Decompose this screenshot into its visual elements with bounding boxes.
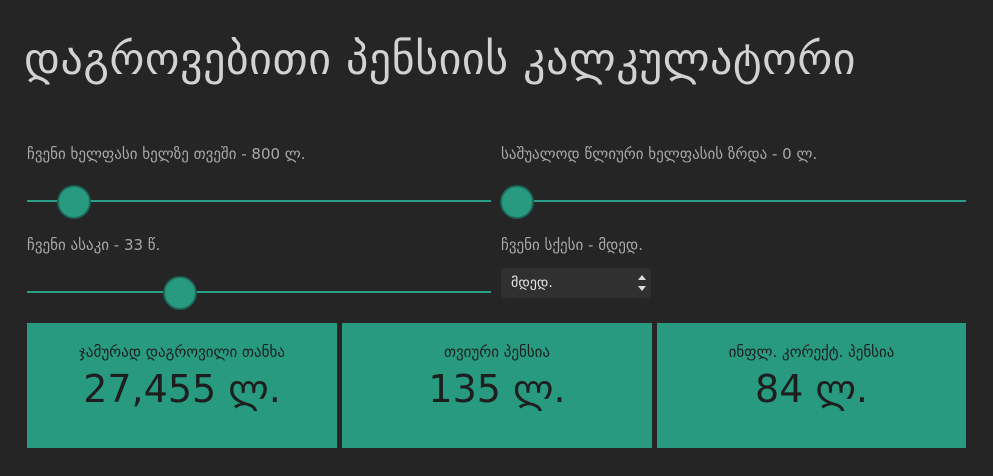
salary-slider[interactable] — [27, 184, 491, 218]
inflation-adjusted-pension-value: 84 ლ. — [755, 367, 868, 411]
monthly-pension-label: თვიური პენსია — [443, 343, 551, 361]
age-slider[interactable] — [27, 275, 491, 309]
total-savings-label: ჯამურად დაგროვილი თანხა — [79, 343, 285, 361]
age-label: ჩვენი ასაკი - 33 წ. — [27, 236, 161, 254]
salary-slider-thumb[interactable] — [58, 186, 90, 218]
gender-label: ჩვენი სქესი - მდედ. — [501, 236, 643, 254]
gender-select[interactable]: მდედ. — [501, 268, 651, 298]
inflation-adjusted-pension-label: ინფლ. კორექტ. პენსია — [728, 343, 895, 361]
salary-label: ჩვენი ხელფასი ხელზე თვეში - 800 ლ. — [27, 145, 306, 163]
salary-growth-label: საშუალოდ წლიური ხელფასის ზრდა - 0 ლ. — [501, 145, 818, 163]
salary-slider-track[interactable] — [27, 200, 491, 202]
age-slider-track[interactable] — [27, 291, 491, 293]
monthly-pension-card: თვიური პენსია 135 ლ. — [342, 323, 652, 448]
gender-select-value: მდედ. — [511, 275, 553, 291]
select-arrows-icon — [638, 275, 646, 291]
total-savings-value: 27,455 ლ. — [83, 367, 281, 411]
salary-growth-slider[interactable] — [501, 184, 966, 218]
monthly-pension-value: 135 ლ. — [428, 367, 566, 411]
salary-growth-slider-track[interactable] — [501, 200, 966, 202]
salary-growth-slider-thumb[interactable] — [501, 186, 533, 218]
page-title: დაგროვებითი პენსიის კალკულატორი — [24, 34, 857, 85]
total-savings-card: ჯამურად დაგროვილი თანხა 27,455 ლ. — [27, 323, 337, 448]
inflation-adjusted-pension-card: ინფლ. კორექტ. პენსია 84 ლ. — [657, 323, 966, 448]
age-slider-thumb[interactable] — [164, 277, 196, 309]
